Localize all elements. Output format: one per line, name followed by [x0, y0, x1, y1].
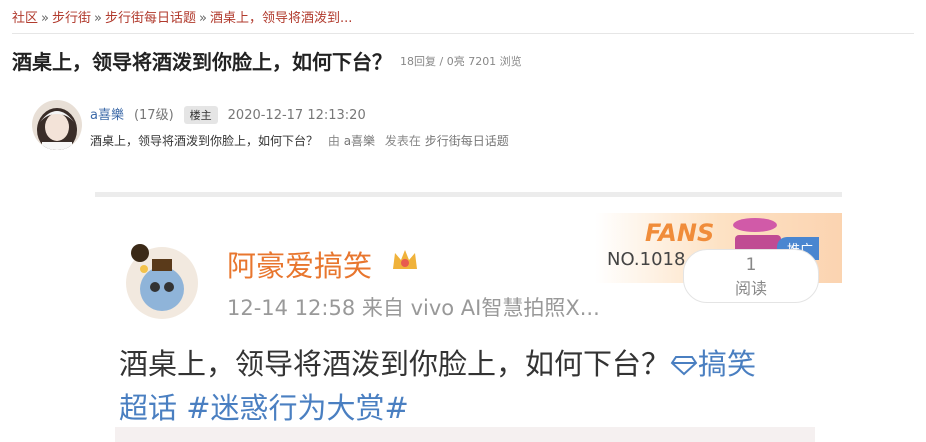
crown-icon	[390, 245, 420, 279]
breadcrumb-daily-topic[interactable]: 步行街每日话题	[105, 11, 196, 26]
post-summary: 酒桌上，领导将酒泼到你脸上，如何下台？ 由 a喜樂 发表在 步行街每日话题	[90, 132, 509, 149]
read-label: 阅读	[734, 279, 767, 298]
post-meta: a喜樂 (17级) 楼主 2020-12-17 12:13:20	[90, 104, 366, 124]
divider	[12, 33, 914, 34]
weibo-source: 来自 vivo AI智慧拍照X...	[361, 296, 600, 320]
post-date: 2020-12-17 12:13:20	[227, 108, 366, 123]
super-topic-name: 搞笑	[698, 347, 757, 381]
read-count-box: 1 阅读	[683, 249, 819, 303]
by-label: 由	[327, 134, 340, 148]
read-count: 1	[745, 255, 757, 275]
author-level: (17级)	[133, 108, 174, 123]
fans-number: NO.1018	[607, 249, 686, 270]
op-badge: 楼主	[183, 106, 218, 124]
weibo-body: 酒桌上，领导将酒泼到你脸上，如何下台？ 搞笑 超话 #迷惑行为大赏#	[119, 342, 819, 430]
image-placeholder	[115, 427, 815, 442]
breadcrumb-separator: »	[41, 11, 49, 26]
breadcrumb-buxingjie[interactable]: 步行街	[52, 11, 91, 26]
breadcrumb-separator: »	[94, 11, 102, 26]
thread-title: 酒桌上，领导将酒泼到你脸上，如何下台？	[12, 50, 392, 74]
breadcrumb-current-thread[interactable]: 酒桌上，领导将酒泼到...	[210, 11, 352, 26]
post-body: 酒桌上，领导将酒泼到你脸上，如何下台？	[90, 134, 319, 148]
thread-header: 酒桌上，领导将酒泼到你脸上，如何下台？ 18回复 / 0亮 7201 浏览	[12, 46, 522, 75]
super-topic-link: 搞笑	[670, 347, 756, 381]
weibo-time-source: 12-14 12:58 来自 vivo AI智慧拍照X...	[227, 292, 600, 322]
super-topic-suffix: 超话	[119, 391, 178, 425]
weibo-avatar	[122, 239, 202, 319]
thread-stats: 18回复 / 0亮 7201 浏览	[400, 54, 522, 68]
by-username-link[interactable]: a喜樂	[344, 134, 375, 148]
weibo-body-text: 酒桌上，领导将酒泼到你脸上，如何下台？	[119, 347, 671, 381]
breadcrumb: 社区» 步行街» 步行街每日话题» 酒桌上，领导将酒泼到...	[12, 7, 352, 26]
author-username[interactable]: a喜樂	[90, 108, 124, 123]
weibo-username: 阿豪爱搞笑	[227, 249, 373, 283]
fans-label: FANS	[645, 219, 715, 247]
breadcrumb-community[interactable]: 社区	[12, 11, 38, 26]
hashtag-topic: #迷惑行为大赏#	[186, 391, 409, 425]
breadcrumb-separator: »	[198, 11, 207, 26]
embedded-weibo-screenshot: 阿豪爱搞笑 12-14 12:58 来自 vivo AI智慧拍照X... FAN…	[95, 192, 842, 442]
posted-in-label: 发表在	[384, 134, 421, 148]
weibo-time: 12-14 12:58	[227, 296, 356, 320]
board-link[interactable]: 步行街每日话题	[425, 134, 509, 148]
author-avatar[interactable]	[32, 100, 82, 150]
diamond-icon	[670, 356, 698, 376]
